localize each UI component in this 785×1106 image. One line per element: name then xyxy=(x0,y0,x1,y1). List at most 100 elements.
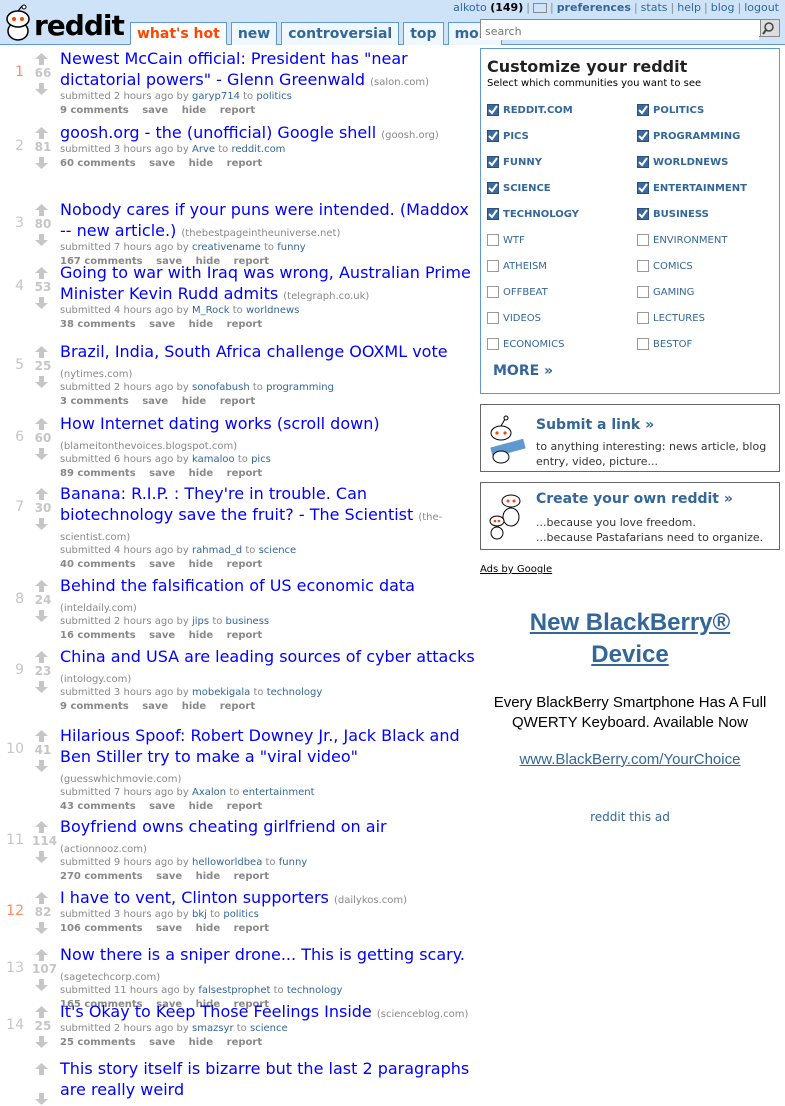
submit-link-box[interactable]: Submit a link » to anything interesting:… xyxy=(480,404,780,472)
submitter-link[interactable]: jips xyxy=(192,616,209,627)
search-input[interactable] xyxy=(481,23,759,40)
link-title[interactable]: Hilarious Spoof: Robert Downey Jr., Jack… xyxy=(60,726,460,766)
checked-checkbox-icon[interactable] xyxy=(637,182,649,194)
username-link[interactable]: alkoto xyxy=(453,1,487,14)
link-domain[interactable]: (guesswhichmovie.com) xyxy=(60,774,181,785)
community-option[interactable]: POLITICS xyxy=(637,97,777,123)
create-reddit-title[interactable]: Create your own reddit » xyxy=(536,491,733,507)
report-button[interactable]: report xyxy=(227,468,262,479)
upvote-arrow-icon[interactable] xyxy=(34,948,49,962)
save-button[interactable]: save xyxy=(149,468,175,479)
upvote-arrow-icon[interactable] xyxy=(34,729,49,743)
report-button[interactable]: report xyxy=(227,319,262,330)
community-option[interactable]: SCIENCE xyxy=(487,175,637,201)
hide-button[interactable]: hide xyxy=(189,801,214,812)
checked-checkbox-icon[interactable] xyxy=(487,104,499,116)
tab-whats-hot[interactable]: what's hot xyxy=(130,22,227,45)
upvote-arrow-icon[interactable] xyxy=(34,417,49,431)
community-option[interactable]: BESTOF xyxy=(637,331,777,357)
comments-link[interactable]: 106 comments xyxy=(60,923,143,934)
create-reddit-box[interactable]: Create your own reddit » ...because you … xyxy=(480,482,780,550)
subreddit-link[interactable]: business xyxy=(226,616,270,627)
comments-link[interactable]: 40 comments xyxy=(60,559,136,570)
checked-checkbox-icon[interactable] xyxy=(487,208,499,220)
subreddit-link[interactable]: politics xyxy=(223,909,258,920)
report-button[interactable]: report xyxy=(227,158,262,169)
mail-icon[interactable] xyxy=(532,3,547,13)
checked-checkbox-icon[interactable] xyxy=(637,156,649,168)
hide-button[interactable]: hide xyxy=(189,468,214,479)
reddit-alien-icon[interactable] xyxy=(4,4,34,44)
subreddit-link[interactable]: politics xyxy=(256,91,291,102)
hide-button[interactable]: hide xyxy=(196,871,221,882)
community-option[interactable]: PICS xyxy=(487,123,637,149)
checked-checkbox-icon[interactable] xyxy=(487,156,499,168)
help-link[interactable]: help xyxy=(677,1,701,14)
reddit-this-ad-link[interactable]: reddit this ad xyxy=(480,810,780,824)
checkbox-icon[interactable] xyxy=(637,338,649,350)
report-button[interactable]: report xyxy=(234,923,269,934)
community-option[interactable]: ECONOMICS xyxy=(487,331,637,357)
link-title[interactable]: It's Okay to Keep Those Feelings Inside xyxy=(60,1002,372,1021)
upvote-arrow-icon[interactable] xyxy=(34,891,49,905)
subreddit-link[interactable]: funny xyxy=(277,242,305,253)
link-title[interactable]: Now there is a sniper drone... This is g… xyxy=(60,945,465,964)
subreddit-link[interactable]: reddit.com xyxy=(231,144,285,155)
upvote-arrow-icon[interactable] xyxy=(34,266,49,280)
subreddit-link[interactable]: funny xyxy=(279,857,307,868)
report-button[interactable]: report xyxy=(227,630,262,641)
community-option[interactable]: REDDIT.COM xyxy=(487,97,637,123)
submitter-link[interactable]: kamaloo xyxy=(192,454,235,465)
checkbox-icon[interactable] xyxy=(487,234,499,246)
search-icon[interactable] xyxy=(760,20,779,36)
upvote-arrow-icon[interactable] xyxy=(34,579,49,593)
community-option[interactable]: VIDEOS xyxy=(487,305,637,331)
checked-checkbox-icon[interactable] xyxy=(637,130,649,142)
link-title[interactable]: Behind the falsification of US economic … xyxy=(60,576,415,595)
submit-link-title[interactable]: Submit a link » xyxy=(536,417,654,433)
link-domain[interactable]: (salon.com) xyxy=(370,77,429,88)
link-domain[interactable]: (telegraph.co.uk) xyxy=(283,291,369,302)
community-option[interactable]: GAMING xyxy=(637,279,777,305)
link-domain[interactable]: (goosh.org) xyxy=(381,130,439,141)
submitter-link[interactable]: M_Rock xyxy=(192,305,230,316)
hide-button[interactable]: hide xyxy=(189,559,214,570)
save-button[interactable]: save xyxy=(156,923,182,934)
logo-text[interactable]: reddit xyxy=(34,9,125,42)
community-option[interactable]: ENTERTAINMENT xyxy=(637,175,777,201)
downvote-arrow-icon[interactable] xyxy=(34,517,49,531)
link-title[interactable]: Banana: R.I.P. : They're in trouble. Can… xyxy=(60,484,413,524)
hide-button[interactable]: hide xyxy=(189,158,214,169)
upvote-arrow-icon[interactable] xyxy=(34,1005,49,1019)
tab-new[interactable]: new xyxy=(230,22,278,45)
submitter-link[interactable]: bkj xyxy=(192,909,207,920)
downvote-arrow-icon[interactable] xyxy=(34,1092,49,1106)
hide-button[interactable]: hide xyxy=(182,701,207,712)
link-title[interactable]: Brazil, India, South Africa challenge OO… xyxy=(60,342,448,361)
downvote-arrow-icon[interactable] xyxy=(34,156,49,170)
community-option[interactable]: TECHNOLOGY xyxy=(487,201,637,227)
community-option[interactable]: OFFBEAT xyxy=(487,279,637,305)
link-domain[interactable]: (inteldaily.com) xyxy=(60,603,137,614)
hide-button[interactable]: hide xyxy=(189,1037,214,1048)
subreddit-link[interactable]: worldnews xyxy=(246,305,299,316)
blog-link[interactable]: blog xyxy=(711,1,735,14)
link-title[interactable]: Going to war with Iraq was wrong, Austra… xyxy=(60,263,471,303)
downvote-arrow-icon[interactable] xyxy=(34,375,49,389)
hide-button[interactable]: hide xyxy=(189,630,214,641)
report-button[interactable]: report xyxy=(234,871,269,882)
link-title[interactable]: This story itself is bizarre but the las… xyxy=(60,1059,469,1099)
report-button[interactable]: report xyxy=(220,105,255,116)
comments-link[interactable]: 3 comments xyxy=(60,396,129,407)
community-option[interactable]: LECTURES xyxy=(637,305,777,331)
downvote-arrow-icon[interactable] xyxy=(34,233,49,247)
subreddit-link[interactable]: entertainment xyxy=(243,787,315,798)
save-button[interactable]: save xyxy=(149,319,175,330)
subreddit-link[interactable]: technology xyxy=(267,687,323,698)
upvote-arrow-icon[interactable] xyxy=(34,52,49,66)
hide-button[interactable]: hide xyxy=(182,396,207,407)
upvote-arrow-icon[interactable] xyxy=(34,1062,49,1076)
link-domain[interactable]: (dailykos.com) xyxy=(334,895,407,906)
save-button[interactable]: save xyxy=(149,158,175,169)
link-title[interactable]: Newest McCain official: President has "n… xyxy=(60,49,408,89)
